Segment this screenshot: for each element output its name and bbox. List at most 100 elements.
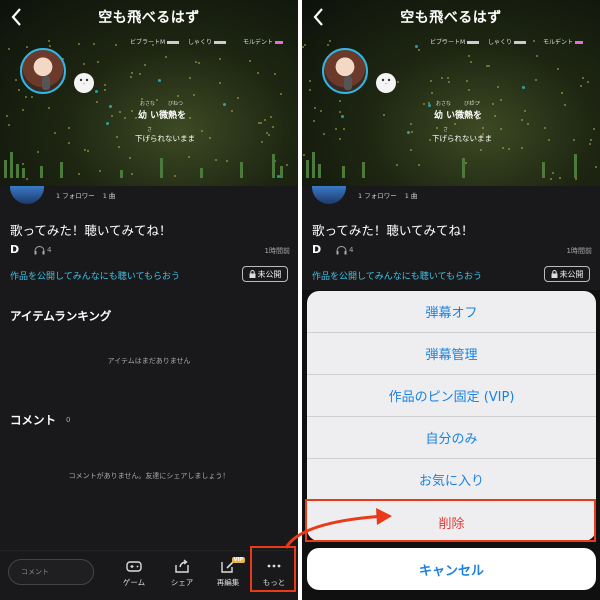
background-speck	[468, 55, 470, 57]
background-speck	[580, 85, 582, 87]
background-speck	[274, 73, 276, 75]
more-button-highlight	[250, 546, 296, 592]
uploader-row[interactable]: 1 フォロワー 1 曲	[10, 186, 123, 204]
background-speck	[410, 123, 412, 125]
danmaku-manage-option[interactable]: 弾幕管理	[307, 333, 596, 375]
share-button[interactable]: シェア	[164, 557, 200, 597]
follower-count: 1 フォロワー	[56, 192, 95, 200]
background-speck	[109, 105, 112, 108]
lyric-ruby: おさな	[436, 101, 452, 107]
uploader-row[interactable]: 1 フォロワー 1 曲	[312, 186, 425, 204]
background-speck	[189, 117, 191, 119]
background-speck	[189, 77, 191, 79]
song-title: 空も飛べるはず	[400, 10, 502, 26]
background-speck	[139, 73, 141, 75]
comment-input[interactable]: コメント	[8, 559, 94, 585]
lyric-ruby: びねつ	[464, 101, 480, 107]
reedit-button[interactable]: 再編集 VIP	[210, 557, 246, 597]
background-speck	[22, 109, 24, 111]
bird-mascot-icon	[74, 73, 94, 93]
singer-avatar[interactable]	[322, 48, 368, 94]
danmaku-off-option[interactable]: 弾幕オフ	[307, 291, 596, 333]
background-speck	[492, 103, 494, 105]
background-speck	[131, 110, 133, 112]
background-speck	[441, 77, 443, 79]
stats-row: D 4 1時間前	[10, 243, 290, 258]
private-badge[interactable]: 未公開	[242, 266, 288, 282]
post-caption: 歌ってみた！聴いてみてね！	[312, 223, 474, 238]
background-speck	[564, 104, 566, 106]
share-label: シェア	[170, 578, 194, 587]
background-speck	[104, 89, 106, 91]
publish-prompt-link[interactable]: 作品を公開してみんなにも聴いてもらおう	[10, 269, 180, 282]
background-speck	[436, 127, 438, 129]
background-speck	[302, 46, 304, 48]
follower-count: 1 フォロワー	[358, 192, 397, 200]
only-me-option[interactable]: 自分のみ	[307, 417, 596, 459]
publish-prompt-link[interactable]: 作品を公開してみんなにも聴いてもらおう	[312, 269, 482, 282]
background-speck	[533, 40, 535, 42]
background-speck	[544, 127, 546, 129]
background-speck	[488, 65, 490, 67]
background-speck	[272, 126, 274, 128]
item-ranking-title: アイテムランキング	[10, 309, 112, 323]
background-speck	[68, 127, 70, 129]
background-speck	[18, 89, 20, 91]
video-hero[interactable]: 空も飛べるはず ビブラートM しゃくり モルデント おさな びねつ 幼 い微熱を…	[0, 0, 298, 186]
bird-mascot-icon	[376, 73, 396, 93]
background-speck	[582, 77, 584, 79]
background-speck	[93, 43, 95, 45]
shakuri-meter: しゃくり	[488, 37, 527, 46]
background-speck	[144, 64, 146, 66]
background-speck	[260, 122, 262, 124]
cancel-button[interactable]: キャンセル	[307, 548, 596, 590]
video-hero[interactable]: 空も飛べるはず ビブラートM しゃくり モルデント おさな びねつ 幼 い微熱を…	[302, 0, 600, 186]
vibrato-meter: ビブラートM	[130, 37, 180, 46]
private-badge[interactable]: 未公開	[544, 266, 590, 282]
background-speck	[557, 68, 559, 70]
background-speck	[343, 128, 345, 130]
background-speck	[124, 117, 126, 119]
background-speck	[264, 119, 266, 121]
background-speck	[25, 96, 27, 98]
background-speck	[535, 79, 537, 81]
background-speck	[115, 44, 117, 46]
pin-work-option[interactable]: 作品のピン固定 (VIP)	[307, 375, 596, 417]
share-icon	[175, 559, 189, 573]
game-button[interactable]: ゲーム	[116, 557, 152, 597]
vibrato-meter: ビブラートM	[430, 37, 480, 46]
private-badge-label: 未公開	[559, 269, 584, 279]
background-speck	[131, 72, 133, 74]
favorite-option[interactable]: お気に入り	[307, 459, 596, 501]
microphone-icon	[344, 76, 352, 90]
comments-empty: コメントがありません。友達にシェアしましょう！	[68, 472, 230, 480]
background-speck	[195, 61, 197, 63]
background-speck	[448, 81, 450, 83]
background-speck	[257, 72, 259, 74]
background-speck	[447, 77, 449, 79]
background-speck	[219, 82, 221, 84]
background-speck	[198, 62, 200, 64]
singer-avatar[interactable]	[20, 48, 66, 94]
background-speck	[341, 115, 344, 118]
background-speck	[304, 44, 306, 46]
background-speck	[26, 178, 28, 180]
equalizer-bars	[4, 152, 283, 178]
posted-time: 1時間前	[264, 247, 290, 255]
background-speck	[500, 99, 502, 101]
lyric-line-current: 幼 い微熱を	[434, 111, 483, 121]
uploader-avatar[interactable]	[312, 186, 346, 204]
background-speck	[6, 115, 8, 117]
delete-option-highlight	[305, 499, 596, 542]
background-speck	[587, 81, 589, 83]
uploader-avatar[interactable]	[10, 186, 44, 204]
comments-title: コメント	[10, 413, 56, 427]
lyric-line-current: 幼 い微熱を	[138, 111, 187, 121]
song-count: 1 曲	[102, 192, 116, 200]
background-speck	[335, 128, 337, 130]
background-speck	[135, 117, 137, 119]
background-speck	[270, 116, 272, 118]
background-speck	[339, 111, 341, 113]
background-speck	[593, 128, 595, 130]
comments-count: 0	[66, 416, 71, 424]
